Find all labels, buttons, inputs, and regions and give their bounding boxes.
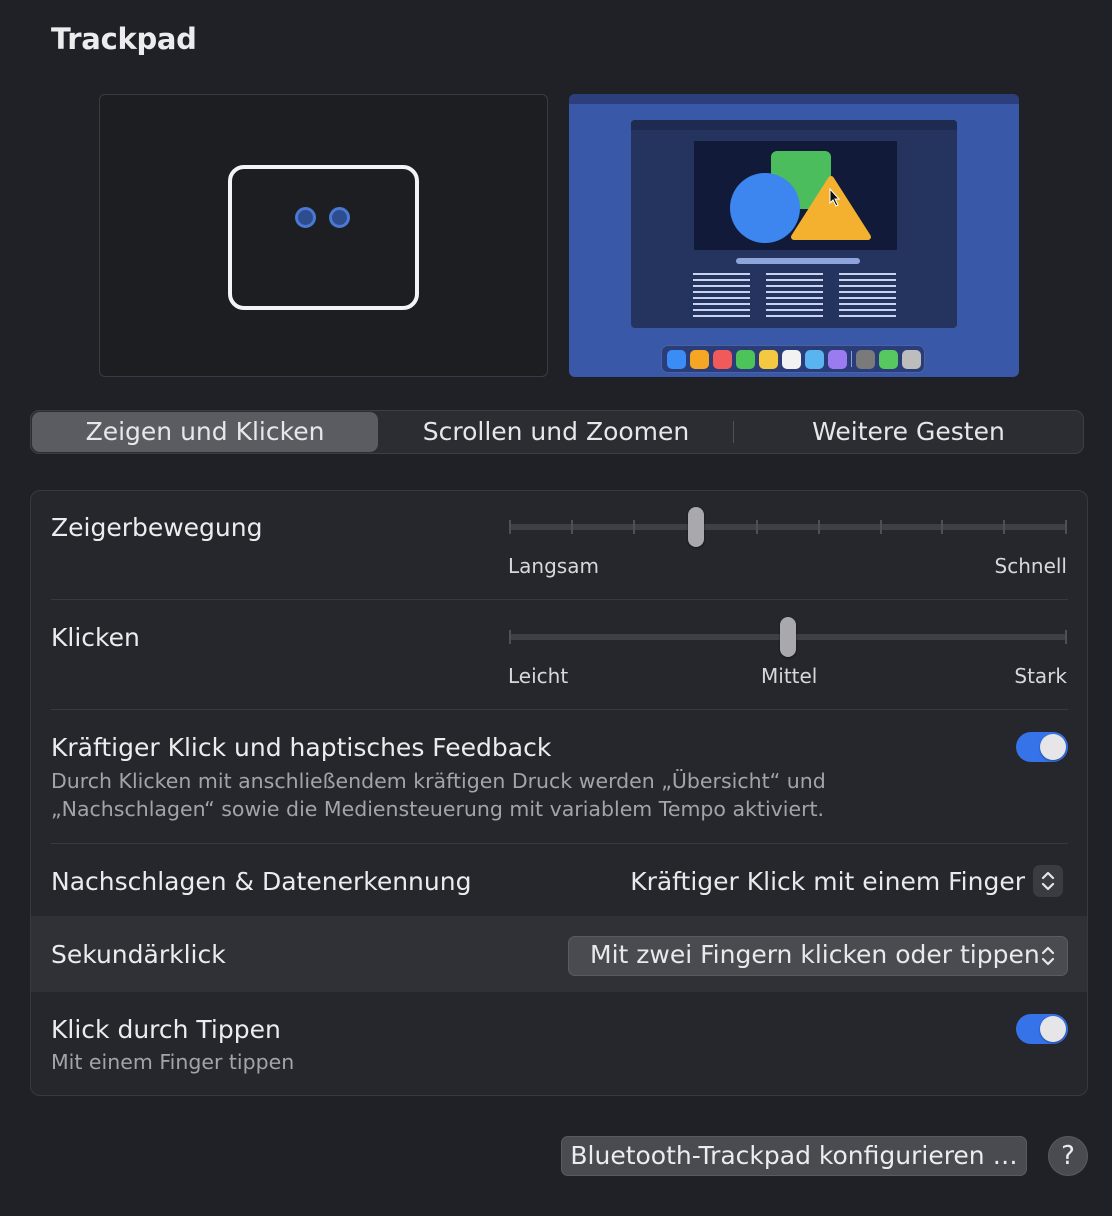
up-down-chevron-icon [1041,945,1055,971]
slider-mid-label: Mittel [761,664,818,688]
tab-bar: Zeigen und Klicken Scrollen und Zoomen W… [30,410,1084,454]
window-title: Trackpad [51,22,197,56]
dock-app-icon [879,349,898,369]
dock-app-icon [805,349,824,369]
menu-bar [569,94,1019,104]
toggle-knob [1040,1016,1066,1042]
slider-tick [818,520,820,534]
dock-app-icon [856,349,875,369]
dock-app-icon [828,349,847,369]
force-click-description-line2: „Nachschlagen“ sowie die Mediensteuerung… [51,797,825,821]
slider-min-label: Langsam [508,554,599,578]
slider-thumb[interactable] [780,617,796,657]
slider-max-label: Stark [1014,664,1067,688]
help-button[interactable]: ? [1048,1136,1088,1176]
settings-panel: Zeigerbewegung Langsam Schnell Klicken L… [30,490,1088,1096]
dock [661,345,925,373]
tap-to-click-toggle[interactable] [1016,1014,1068,1044]
toggle-knob [1040,734,1066,760]
slider-track [509,524,1067,530]
dock-app-icon [736,349,755,369]
secondary-click-value: Mit zwei Fingern klicken oder tippen [590,940,1040,969]
finger-dot [329,207,350,228]
dock-app-icon [690,349,709,369]
slider-tick [1065,520,1067,534]
slider-max-label: Schnell [994,554,1067,578]
slider-tick [633,520,635,534]
slider-tick [509,520,511,534]
trackpad-outline [228,165,419,310]
dock-app-icon [759,349,778,369]
pointer-speed-label: Zeigerbewegung [51,513,263,542]
tab-more-gestures[interactable]: Weitere Gesten [734,412,1083,452]
tab-scroll-and-zoom[interactable]: Scrollen und Zoomen [381,412,731,452]
preview-window [631,120,957,328]
click-pressure-label: Klicken [51,623,140,652]
slider-thumb[interactable] [688,507,704,547]
dock-app-icon [902,349,921,369]
tab-point-and-click[interactable]: Zeigen und Klicken [32,412,378,452]
secondary-click-popup[interactable]: Mit zwei Fingern klicken oder tippen [568,936,1068,976]
tap-to-click-label: Klick durch Tippen [51,1015,281,1044]
dock-app-icon [782,349,801,369]
slider-tick [756,520,758,534]
tap-to-click-description: Mit einem Finger tippen [51,1050,295,1074]
shapes-graphic [730,151,871,243]
secondary-click-label: Sekundärklick [51,940,226,969]
up-down-chevron-icon[interactable] [1033,865,1063,897]
lookup-label: Nachschlagen & Datenerkennung [51,867,472,896]
bluetooth-trackpad-setup-button[interactable]: Bluetooth-Trackpad konfigurieren … [561,1136,1027,1176]
force-click-description-line1: Durch Klicken mit anschließendem kräftig… [51,769,826,793]
lookup-value: Kräftiger Klick mit einem Finger [630,867,1025,896]
finger-dot [295,207,316,228]
slider-tick [880,520,882,534]
screen-preview [569,94,1019,377]
slider-tick [571,520,573,534]
force-click-label: Kräftiger Klick und haptisches Feedback [51,733,552,762]
slider-min-label: Leicht [508,664,569,688]
force-click-toggle[interactable] [1016,732,1068,762]
gesture-illustration [99,94,548,377]
dock-app-icon [713,349,732,369]
dock-app-icon [667,349,686,369]
slider-tick [1003,520,1005,534]
preview-canvas [694,141,897,250]
slider-tick [941,520,943,534]
